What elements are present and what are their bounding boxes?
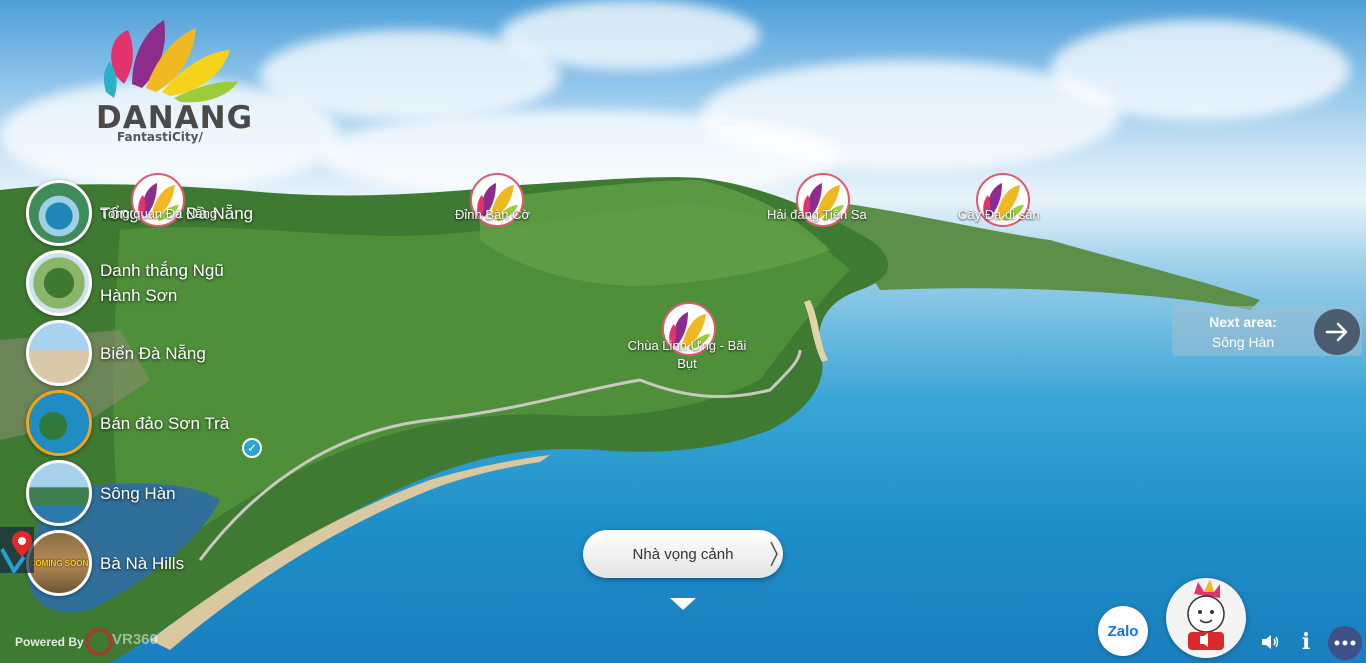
more-dots-icon xyxy=(1334,640,1356,646)
hotspot-label: Đỉnh Bàn Cờ xyxy=(455,207,531,222)
powered-brand[interactable]: VR360 xyxy=(112,631,158,648)
map-button[interactable] xyxy=(0,527,34,575)
sound-button[interactable] xyxy=(1256,628,1284,656)
scene-item-song-han[interactable]: Sông Hàn xyxy=(26,460,260,526)
hotspot-label: Chùa Linh Ứng - Bãi Bụt xyxy=(627,338,747,371)
coming-soon-badge: COMING SOON xyxy=(29,559,89,568)
peninsula-icon xyxy=(26,390,92,456)
hotspot-label: Tổng quan Đà Nẵng xyxy=(100,206,218,221)
scene-item-bien-da-nang[interactable]: Biển Đà Nẵng xyxy=(26,320,260,386)
scene-item-ba-na-hills[interactable]: COMING SOON Bà Nà Hills xyxy=(26,530,260,596)
aerial-city-icon xyxy=(26,180,92,246)
checkmark-icon: ✓ xyxy=(242,438,262,458)
chevron-right-icon xyxy=(770,541,778,567)
mascot-icon xyxy=(1187,580,1225,650)
vr360-logo-icon xyxy=(85,628,113,656)
more-options-button[interactable] xyxy=(1328,626,1362,660)
next-area-name: Sông Hàn xyxy=(1211,334,1275,350)
map-pin-icon xyxy=(0,531,32,575)
chevron-down-icon[interactable] xyxy=(668,596,698,612)
coming-soon-icon: COMING SOON xyxy=(26,530,92,596)
powered-by-label: Powered By xyxy=(15,635,84,649)
scene-item-ngu-hanh-son[interactable]: Danh thắng Ngũ Hành Sơn xyxy=(26,250,260,316)
info-icon: i xyxy=(1301,629,1311,655)
arrow-right-icon xyxy=(1325,322,1348,342)
mascot-guide-button[interactable] xyxy=(1166,578,1246,658)
scene-label: Danh thắng Ngũ Hành Sơn xyxy=(100,261,224,305)
next-area-panel[interactable]: Next area: Sông Hàn xyxy=(1172,306,1362,356)
scene-label: Bà Nà Hills xyxy=(100,553,185,573)
logo-tagline: FantastiCity/ xyxy=(117,130,203,144)
scene-item-ban-dao-son-tra[interactable]: ✓ Bán đảo Sơn Trà xyxy=(26,390,262,458)
scene-label: Sông Hàn xyxy=(100,483,176,503)
viewpoint-button[interactable]: Nhà vọng cảnh xyxy=(583,530,783,578)
hotspot-label: Cây Đa di sản xyxy=(958,207,1040,222)
marble-mountains-icon xyxy=(26,250,92,316)
info-button[interactable]: i xyxy=(1292,628,1320,656)
next-area-title: Next area: xyxy=(1209,314,1277,330)
river-icon xyxy=(26,460,92,526)
hotspot-label: Hải đăng Tiên Sa xyxy=(767,207,867,222)
speaker-icon xyxy=(1262,635,1279,649)
scene-label: Bán đảo Sơn Trà xyxy=(100,413,230,433)
beach-icon xyxy=(26,320,92,386)
scene-label: Biển Đà Nẵng xyxy=(100,343,206,363)
next-area-button[interactable] xyxy=(1314,309,1360,355)
zalo-chat-button[interactable]: Zalo xyxy=(1098,606,1148,656)
zalo-icon: Zalo xyxy=(1107,622,1139,640)
viewpoint-label: Nhà vọng cảnh xyxy=(632,545,734,563)
